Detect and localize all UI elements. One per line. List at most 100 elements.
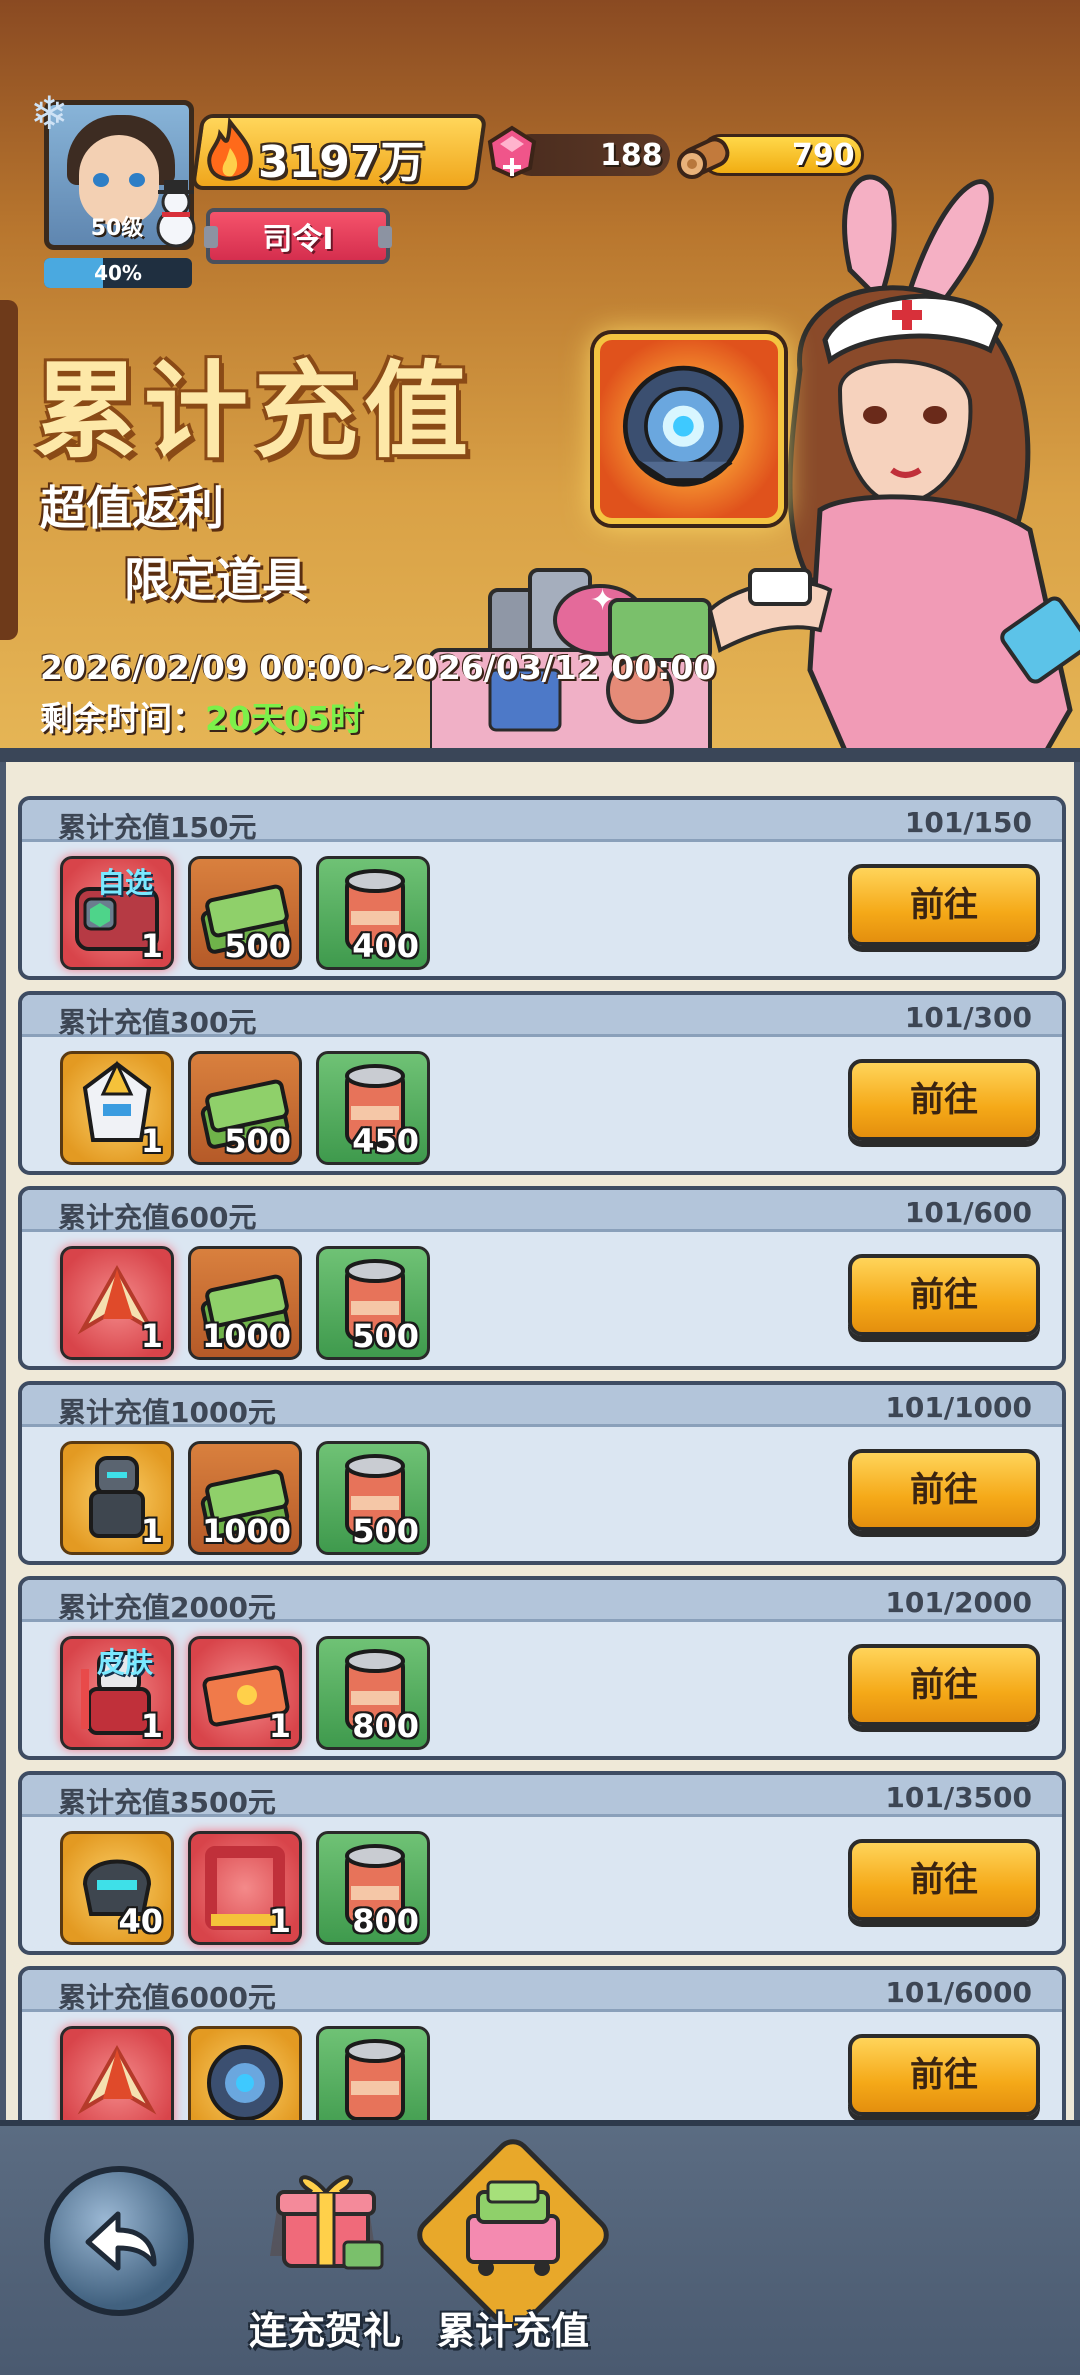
can-icon <box>345 2039 405 2120</box>
reward-item-slot[interactable]: 500 <box>188 1051 302 1165</box>
item-quantity: 450 <box>352 1122 419 1160</box>
reward-item-slot[interactable]: 皮肤 1 <box>60 1636 174 1750</box>
remaining-time-value: 20天05时 <box>205 699 363 738</box>
tier-header: 累计充值3500元 101/3500 <box>22 1775 1062 1819</box>
svg-text:✦: ✦ <box>590 583 615 618</box>
remaining-time: 剩余时间：20天05时 <box>40 692 363 740</box>
reward-item-slot[interactable]: 1000 <box>188 1246 302 1360</box>
back-button[interactable] <box>44 2166 194 2316</box>
reward-item-slot[interactable]: 450 <box>316 1051 430 1165</box>
reward-item-slot[interactable]: 1 <box>60 1246 174 1360</box>
reward-item-slot[interactable]: 800 <box>316 1636 430 1750</box>
reward-item-slot[interactable]: 1000 <box>188 1441 302 1555</box>
event-date-range: 2026/02/09 00:00~2026/03/12 00:00 <box>40 648 717 687</box>
event-subtitle-rebate: 超值返利 <box>40 481 224 535</box>
reward-item-slot[interactable]: 500 <box>316 1246 430 1360</box>
tier-title: 累计充值300元 <box>58 1006 257 1039</box>
side-drawer-handle[interactable] <box>0 300 18 640</box>
back-arrow-icon <box>85 2211 157 2271</box>
go-button[interactable]: 前往 <box>848 1059 1040 1141</box>
gem-count: 188 <box>600 138 663 173</box>
item-quantity: 1 <box>268 1707 291 1745</box>
tier-progress: 101/1000 <box>885 1391 1032 1424</box>
tier-header: 累计充值2000元 101/2000 <box>22 1580 1062 1624</box>
reward-tier-list[interactable]: 累计充值150元 101/150 自选 1 500 400 前往 累计充值300元 101/30… <box>0 762 1080 2120</box>
reward-tier-card: 累计充值6000元 101/6000 前往 <box>18 1966 1066 2120</box>
reward-item-slot[interactable]: 自选 1 <box>60 856 174 970</box>
item-quantity: 1000 <box>201 1512 291 1550</box>
reward-item-slot[interactable] <box>188 2026 302 2120</box>
tier-header: 累计充值150元 101/150 <box>22 800 1062 844</box>
item-quantity: 1 <box>140 1122 163 1160</box>
tab-consecutive-gift-label: 连充贺礼 <box>248 2309 401 2353</box>
tier-progress: 101/2000 <box>885 1586 1032 1619</box>
item-quantity: 1 <box>140 1707 163 1745</box>
reward-item-slot[interactable]: 500 <box>188 856 302 970</box>
featured-core-orb-item[interactable] <box>594 334 784 524</box>
rank-label: 司令I <box>262 222 334 257</box>
reward-item-slot[interactable]: 1 <box>188 1831 302 1945</box>
reward-tier-card: 累计充值3500元 101/3500 40 1 800 前往 <box>18 1771 1066 1955</box>
reward-item-slot[interactable]: 40 <box>60 1831 174 1945</box>
tab-consecutive-gift[interactable]: 连充贺礼 <box>230 2156 420 2356</box>
tier-title: 累计充值3500元 <box>58 1786 276 1819</box>
xp-percent: 40% <box>94 261 142 285</box>
reward-tier-card: 累计充值150元 101/150 自选 1 500 400 前往 <box>18 796 1066 980</box>
tier-title: 累计充值2000元 <box>58 1591 276 1624</box>
tier-header: 累计充值6000元 101/6000 <box>22 1970 1062 2014</box>
reward-item-slot[interactable]: 800 <box>316 1831 430 1945</box>
go-button[interactable]: 前往 <box>848 1254 1040 1336</box>
reward-item-slot[interactable]: 1 <box>60 1051 174 1165</box>
reward-item-slot[interactable] <box>60 2026 174 2120</box>
wood-count: 790 <box>792 138 855 173</box>
item-quantity: 1 <box>140 927 163 965</box>
go-button[interactable]: 前往 <box>848 2034 1040 2116</box>
tab-cumulative-recharge[interactable]: 累计充值 <box>409 2131 617 2356</box>
item-quantity: 500 <box>224 927 291 965</box>
snowflake-icon: ❄ <box>30 86 69 140</box>
gem-add-icon[interactable] <box>484 124 540 180</box>
item-quantity: 1 <box>268 1902 291 1940</box>
item-quantity: 800 <box>352 1902 419 1940</box>
reward-item-slot[interactable] <box>316 2026 430 2120</box>
item-quantity: 500 <box>352 1317 419 1355</box>
reward-item-slot[interactable]: 500 <box>316 1441 430 1555</box>
event-banner: ✦ ❄ 50级 40% 3197万 司令I 188 790 累计充值 超值返利 … <box>0 0 1080 762</box>
tier-header: 累计充值1000元 101/1000 <box>22 1385 1062 1429</box>
reward-item-slot[interactable]: 1 <box>188 1636 302 1750</box>
bottom-nav: 连充贺礼 累计充值 <box>0 2120 1080 2375</box>
wood-log-icon <box>677 137 730 179</box>
tier-title: 累计充值600元 <box>58 1201 257 1234</box>
tier-title: 累计充值6000元 <box>58 1981 276 2014</box>
go-button[interactable]: 前往 <box>848 1839 1040 1921</box>
go-button[interactable]: 前往 <box>848 1644 1040 1726</box>
tier-progress: 101/600 <box>904 1196 1032 1229</box>
reward-item-slot[interactable]: 400 <box>316 856 430 970</box>
xp-progress-bar: 40% <box>44 258 192 288</box>
event-subtitle-limited: 限定道具 <box>124 553 308 607</box>
item-tag: 皮肤 <box>97 1646 154 1679</box>
go-button[interactable]: 前往 <box>848 864 1040 946</box>
tier-header: 累计充值300元 101/300 <box>22 995 1062 1039</box>
combat-power-value: 3197万 <box>258 137 425 188</box>
tier-progress: 101/300 <box>904 1001 1032 1034</box>
go-button[interactable]: 前往 <box>848 1449 1040 1531</box>
core-orb-icon <box>207 2045 283 2120</box>
tier-progress: 101/150 <box>904 806 1032 839</box>
item-quantity: 40 <box>118 1902 163 1940</box>
item-quantity: 400 <box>352 927 419 965</box>
tier-title: 累计充值150元 <box>58 811 257 844</box>
item-quantity: 1000 <box>201 1317 291 1355</box>
reward-tier-card: 累计充值300元 101/300 1 500 450 前往 <box>18 991 1066 1175</box>
item-quantity: 1 <box>140 1512 163 1550</box>
remaining-time-label: 剩余时间： <box>40 699 205 738</box>
item-tag: 自选 <box>97 866 154 899</box>
tier-title: 累计充值1000元 <box>58 1396 276 1429</box>
tier-progress: 101/6000 <box>885 1976 1032 2009</box>
item-quantity: 500 <box>224 1122 291 1160</box>
player-level: 50级 <box>90 216 144 241</box>
reward-item-slot[interactable]: 1 <box>60 1441 174 1555</box>
reward-tier-card: 累计充值1000元 101/1000 1 1000 500 前往 <box>18 1381 1066 1565</box>
phoenix-shard-icon <box>77 2044 157 2115</box>
item-quantity: 1 <box>140 1317 163 1355</box>
